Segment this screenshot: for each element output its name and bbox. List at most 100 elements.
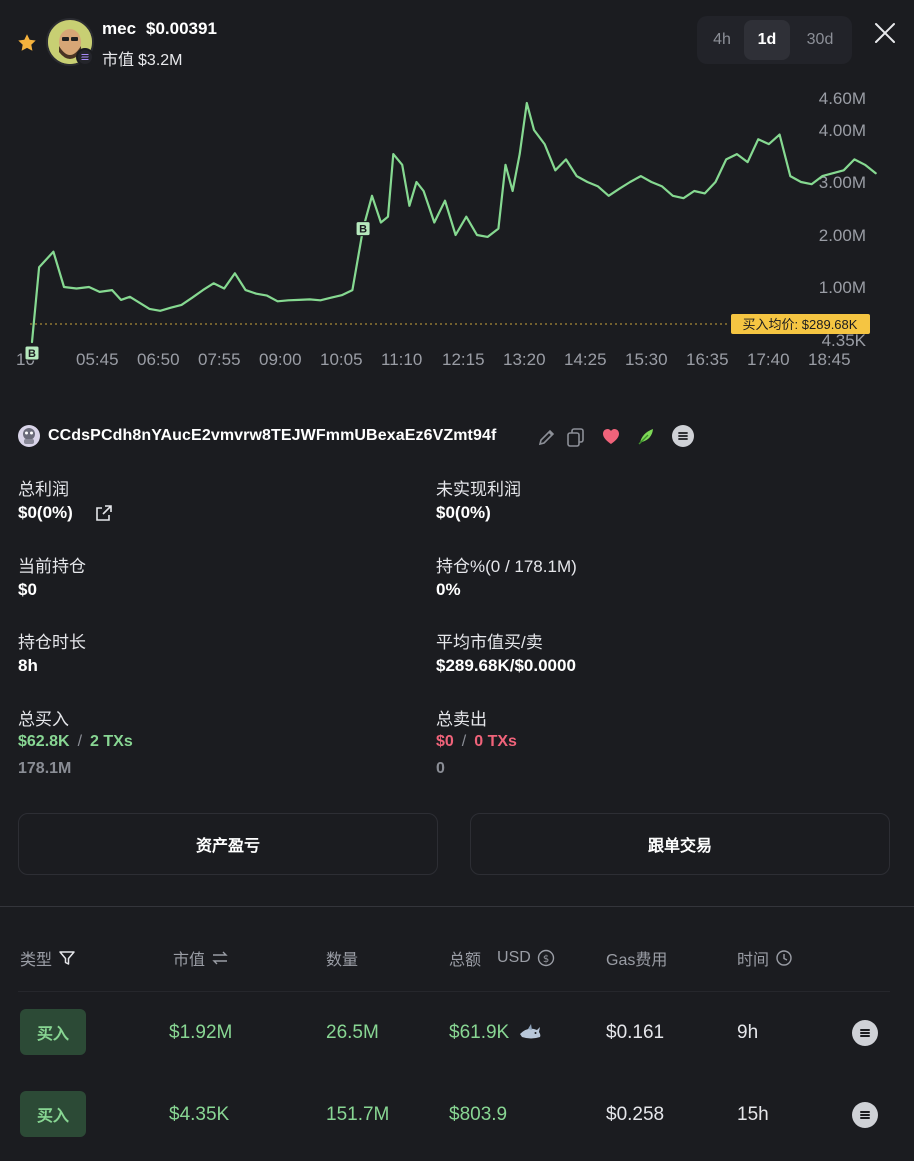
solscan-icon[interactable]: [672, 425, 694, 447]
x-tick-label: 10:05: [320, 350, 363, 369]
row-2-time: 15h: [737, 1104, 769, 1125]
th-gas-label: Gas费用: [606, 952, 668, 969]
market-cap: 市值 $3.2M: [102, 46, 186, 70]
total-sell-separator: /: [461, 733, 467, 750]
market-cap-label: 市值: [102, 52, 135, 69]
row-2-total: $803.9: [449, 1104, 508, 1125]
svg-text:B: B: [28, 348, 36, 360]
row-2-gas: $0.258: [606, 1104, 665, 1125]
avg-buy-label: 买入均价: $289.68K: [743, 317, 858, 332]
row-2-mcap: $4.35K: [169, 1104, 230, 1125]
copy-trade-button[interactable]: 跟单交易: [470, 813, 890, 875]
y-tick-label: 4.60M: [819, 89, 866, 108]
timeframe-4h[interactable]: 4h: [701, 20, 743, 60]
solana-chain-icon: [76, 48, 94, 66]
th-type-label: 类型: [20, 952, 53, 969]
holding-pct-label: 持仓%(0 / 178.1M): [436, 557, 577, 576]
buy-marker[interactable]: B: [24, 345, 40, 361]
x-tick-label: 13:20: [503, 350, 546, 369]
holding-label: 当前持仓: [18, 557, 86, 576]
x-tick-label: 07:55: [198, 350, 241, 369]
dollar-toggle-icon[interactable]: $: [537, 949, 555, 967]
total-buy-amount: $62.8K: [18, 733, 70, 750]
wallet-avatar-icon: [18, 425, 40, 447]
x-tick-label: 16:35: [686, 350, 729, 369]
swap-icon[interactable]: [211, 951, 229, 965]
y-tick-label: 1.00M: [819, 278, 866, 297]
copy-icon[interactable]: [565, 426, 587, 448]
leaf-icon[interactable]: [636, 425, 658, 447]
duration-label: 持仓时长: [18, 633, 86, 652]
total-sell-amount: $0: [436, 733, 454, 750]
timeframe-1d[interactable]: 1d: [744, 20, 790, 60]
close-icon[interactable]: [872, 20, 898, 46]
avg-mcap-label: 平均市值买/卖: [436, 633, 543, 652]
duration-value: 8h: [18, 656, 38, 675]
x-tick-label: 15:30: [625, 350, 668, 369]
th-mcap-label: 市值: [173, 952, 206, 969]
section-divider: [0, 906, 914, 907]
th-currency-label[interactable]: USD: [497, 949, 531, 967]
svg-text:$: $: [543, 954, 549, 965]
clock-icon[interactable]: [775, 949, 793, 967]
th-time[interactable]: 时间: [737, 946, 793, 970]
total-sell-qty: 0: [436, 760, 445, 777]
y-tick-label: 2.00M: [819, 226, 866, 245]
total-sell-summary: $0 / 0 TXs: [436, 733, 517, 751]
th-gas: Gas费用: [606, 946, 667, 970]
shark-icon: [520, 1024, 541, 1039]
x-tick-label: 18:45: [808, 350, 851, 369]
total-buy-txs: 2 TXs: [90, 733, 133, 750]
token-name: mec: [102, 19, 137, 38]
avg-mcap-value: $289.68K/$0.0000: [436, 656, 576, 675]
row-1-type-badge[interactable]: 买入: [20, 1009, 86, 1055]
x-tick-label: 14:25: [564, 350, 607, 369]
market-cap-value: $3.2M: [138, 52, 183, 69]
row-1-solscan-icon[interactable]: [852, 1020, 878, 1046]
th-time-label: 时间: [737, 952, 770, 969]
y-tick-label: 4.00M: [819, 121, 866, 140]
x-tick-label: 12:15: [442, 350, 485, 369]
th-type[interactable]: 类型: [20, 946, 76, 970]
row-2-solscan-icon[interactable]: [852, 1102, 878, 1128]
x-tick-label: 17:40: [747, 350, 790, 369]
svg-text:B: B: [359, 224, 367, 236]
buy-marker[interactable]: B: [355, 221, 371, 237]
row-1-total: $61.9K: [449, 1022, 510, 1043]
edit-icon[interactable]: [536, 426, 558, 448]
th-total[interactable]: 总额 USD $: [449, 946, 555, 970]
th-mcap[interactable]: 市值: [173, 946, 229, 970]
total-buy-summary: $62.8K / 2 TXs: [18, 733, 133, 751]
row-1-mcap: $1.92M: [169, 1022, 233, 1043]
x-tick-label: 09:00: [259, 350, 302, 369]
timeframe-30d[interactable]: 30d: [794, 20, 846, 60]
filter-icon[interactable]: [58, 949, 76, 967]
price-chart[interactable]: 4.60M4.00M3.00M2.00M1.00M4.35K1005:4506:…: [0, 80, 914, 380]
external-link-icon[interactable]: [94, 503, 114, 523]
holding-value: $0: [18, 580, 37, 599]
heart-icon[interactable]: [600, 425, 622, 447]
x-tick-label: 05:45: [76, 350, 119, 369]
th-qty: 数量: [326, 946, 358, 970]
th-qty-label: 数量: [326, 952, 359, 969]
total-profit-label: 总利润: [18, 480, 69, 499]
total-buy-qty: 178.1M: [18, 760, 72, 777]
total-buy-label: 总买入: [18, 710, 69, 729]
total-profit-value: $0(0%): [18, 503, 73, 522]
price-line: [30, 101, 877, 344]
favorite-star-icon[interactable]: [16, 32, 38, 54]
wallet-address[interactable]: CCdsPCdh8nYAucE2vmvrw8TEJWFmmUBexaEz6VZm…: [48, 427, 496, 445]
row-2-type-badge[interactable]: 买入: [20, 1091, 86, 1137]
total-buy-separator: /: [77, 733, 83, 750]
row-1-time: 9h: [737, 1022, 759, 1043]
holding-pct-value: 0%: [436, 580, 461, 599]
unrealized-profit-label: 未实现利润: [436, 480, 521, 499]
token-price: $0.00391: [146, 19, 217, 38]
pnl-button[interactable]: 资产盈亏: [18, 813, 438, 875]
x-tick-label: 11:10: [381, 350, 422, 369]
unrealized-profit-value: $0(0%): [436, 503, 491, 522]
header-row-divider: [18, 991, 890, 992]
row-2-qty: 151.7M: [326, 1104, 390, 1125]
timeframe-selector: 4h 1d 30d: [697, 16, 852, 64]
th-total-label: 总额: [449, 952, 482, 969]
